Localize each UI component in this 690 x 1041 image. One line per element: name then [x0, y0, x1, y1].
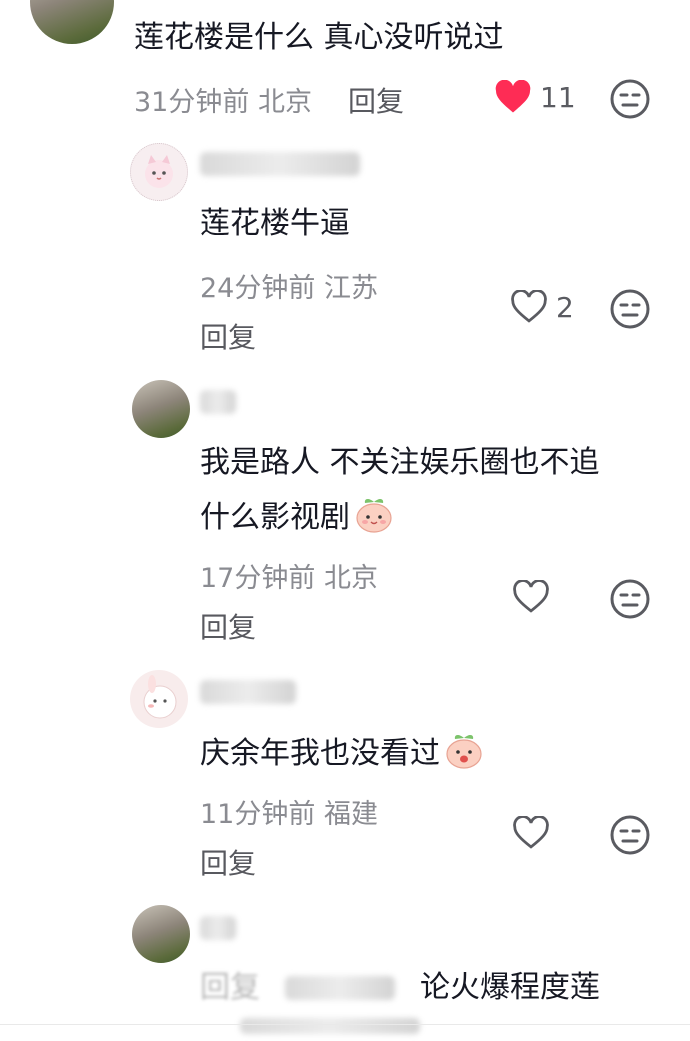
- username-blurred[interactable]: [200, 680, 296, 704]
- heart-icon: [513, 580, 549, 613]
- peach-emoji-icon: [356, 499, 392, 533]
- like-count: 11: [540, 80, 576, 114]
- bottom-divider: [0, 1024, 690, 1025]
- comment-location: 江苏: [323, 273, 378, 304]
- heart-icon: [513, 816, 549, 849]
- comment-location: 福建: [323, 799, 378, 830]
- comment-meta: 17分钟前 北京: [200, 556, 378, 595]
- like-button[interactable]: [512, 816, 558, 850]
- comment-text-partial: 回复: [200, 968, 260, 1008]
- meh-face-icon[interactable]: [609, 78, 651, 120]
- comment-text: 论火爆程度莲: [420, 970, 600, 1005]
- like-count: 2: [556, 290, 574, 324]
- comment-time: 31分钟前: [134, 87, 250, 118]
- username-blurred[interactable]: [200, 916, 236, 940]
- meh-face-icon[interactable]: [609, 288, 651, 330]
- comment-text: 莲花楼是什么 真心没听说过: [134, 20, 504, 55]
- comment-time: 24分钟前: [200, 273, 316, 304]
- like-button[interactable]: 2: [510, 290, 574, 324]
- comment-meta: 24分钟前 江苏: [200, 266, 378, 305]
- avatar[interactable]: [130, 670, 188, 728]
- reply-button[interactable]: 回复: [348, 80, 404, 120]
- heart-icon: [511, 290, 547, 323]
- comment-text: 莲花楼牛逼: [200, 206, 350, 241]
- like-button[interactable]: 11: [494, 80, 576, 114]
- avatar[interactable]: [132, 905, 190, 963]
- comment-text-prefix: 回复: [200, 970, 260, 1005]
- heart-icon: [495, 80, 531, 113]
- bunny-avatar-icon: [143, 675, 177, 719]
- comment-location: 北京: [323, 563, 378, 594]
- meh-face-icon[interactable]: [609, 578, 651, 620]
- comment-text-row: 庆余年我也没看过: [200, 731, 484, 774]
- comment-time: 11分钟前: [200, 799, 316, 830]
- like-button[interactable]: [512, 580, 558, 614]
- avatar[interactable]: [30, 0, 114, 44]
- avatar[interactable]: [132, 380, 190, 438]
- blurred-text-fragment: [240, 1018, 420, 1034]
- reply-button[interactable]: 回复: [200, 316, 256, 356]
- comment-meta: 31分钟前 北京: [134, 80, 312, 119]
- comment-time: 17分钟前: [200, 563, 316, 594]
- reply-button[interactable]: 回复: [200, 606, 256, 646]
- comment-text-line2: 什么影视剧: [200, 495, 394, 538]
- comment-text: 什么影视剧: [200, 500, 350, 535]
- comment-location: 北京: [257, 87, 312, 118]
- mention-blurred[interactable]: [285, 976, 395, 1000]
- cat-avatar-icon: [145, 155, 173, 188]
- meh-face-icon[interactable]: [609, 814, 651, 856]
- comment-text: 庆余年我也没看过: [200, 736, 440, 771]
- username-blurred[interactable]: [200, 152, 360, 176]
- comment-text-line1: 我是路人 不关注娱乐圈也不追: [200, 445, 600, 480]
- reply-button[interactable]: 回复: [200, 842, 256, 882]
- comment-meta: 11分钟前 福建: [200, 792, 378, 831]
- peach-emoji-icon: [446, 735, 482, 769]
- username-blurred[interactable]: [200, 390, 236, 414]
- avatar[interactable]: [130, 143, 188, 201]
